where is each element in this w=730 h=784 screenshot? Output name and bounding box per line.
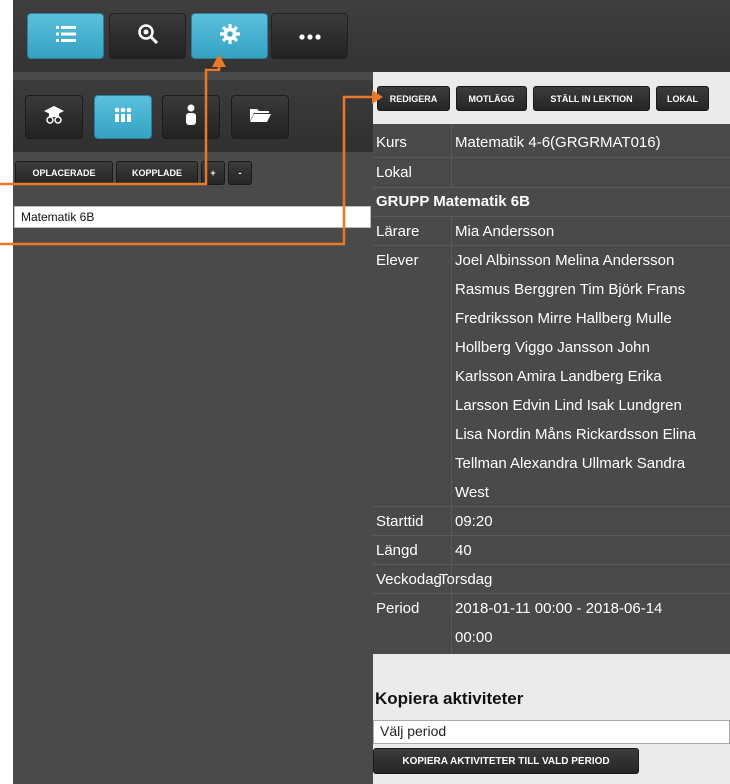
settings-arrow-line bbox=[0, 64, 221, 186]
redigera-arrow-line bbox=[0, 95, 376, 246]
redigera-arrow-head bbox=[372, 90, 383, 104]
settings-arrow-head bbox=[212, 54, 226, 67]
annotation-arrows bbox=[0, 54, 383, 246]
